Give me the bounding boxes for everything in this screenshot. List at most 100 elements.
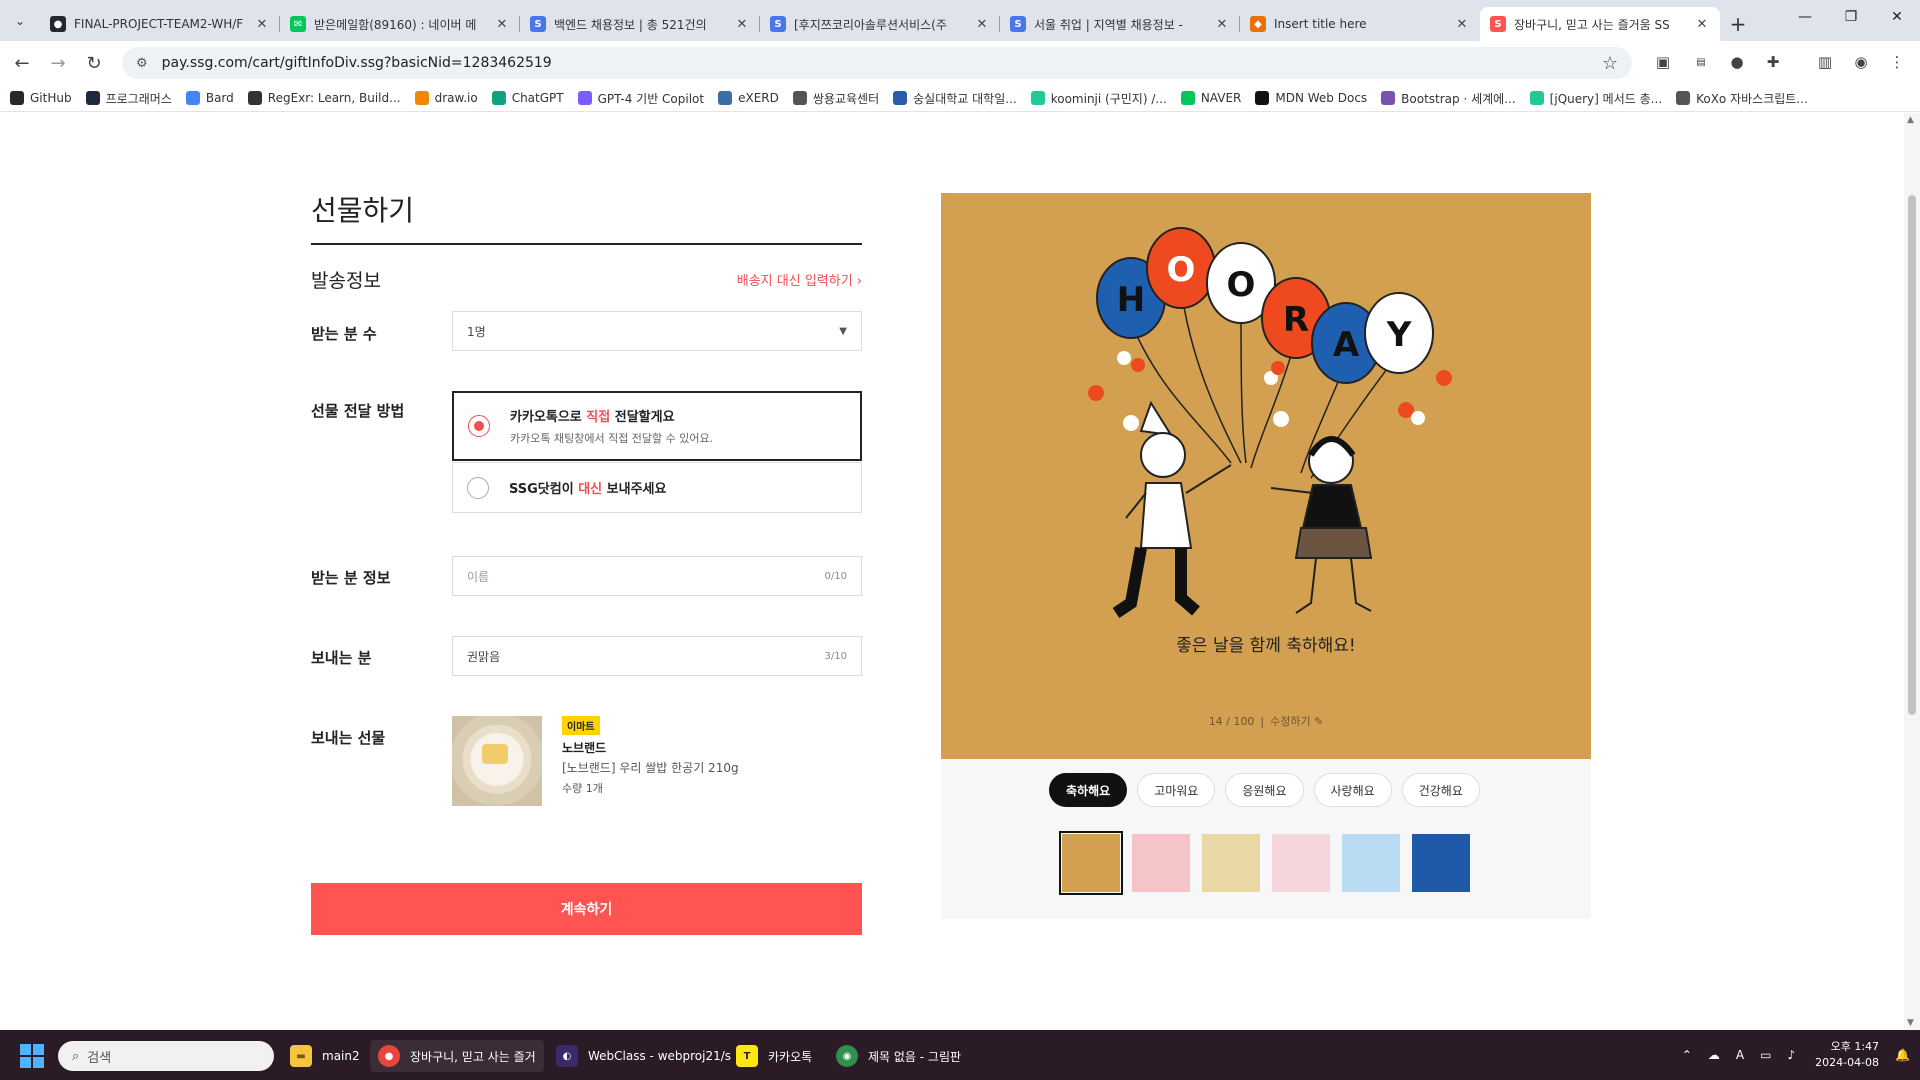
recipients-select[interactable]: 1명 ▼: [452, 311, 862, 351]
close-tab-icon[interactable]: ✕: [1694, 17, 1710, 32]
category-chip[interactable]: 건강해요: [1401, 773, 1480, 807]
clock[interactable]: 오후 1:47 2024-04-08: [1815, 1039, 1879, 1071]
close-tab-icon[interactable]: ✕: [494, 17, 510, 32]
close-tab-icon[interactable]: ✕: [734, 17, 750, 32]
profile-avatar[interactable]: ◉: [1846, 47, 1876, 77]
bookmark-item[interactable]: NAVER: [1180, 91, 1241, 105]
option-kakaotalk-direct[interactable]: 카카오톡으로 직접 전달할게요 카카오톡 채팅창에서 직접 전달할 수 있어요.: [452, 391, 862, 461]
address-input-link[interactable]: 배송지 대신 입력하기 ›: [737, 270, 862, 289]
browser-tab[interactable]: ◆ Insert title here ✕: [1240, 7, 1480, 41]
close-window-icon[interactable]: ✕: [1874, 0, 1920, 34]
continue-button[interactable]: 계속하기: [311, 883, 862, 935]
bookmark-item[interactable]: KoXo 자바스크립트...: [1676, 90, 1808, 107]
hooray-illustration: H O O R A Y: [1088, 227, 1452, 618]
close-tab-icon[interactable]: ✕: [1454, 17, 1470, 32]
bookmark-item[interactable]: 쌍용교육센터: [792, 90, 879, 107]
bookmark-item[interactable]: 숭실대학교 대학일...: [893, 90, 1017, 107]
title-divider: [311, 243, 862, 245]
bookmark-item[interactable]: ChatGPT: [491, 91, 564, 105]
side-panel-icon[interactable]: ▥: [1810, 47, 1840, 77]
close-tab-icon[interactable]: ✕: [974, 17, 990, 32]
volume-icon[interactable]: ♪: [1787, 1048, 1795, 1062]
category-chip[interactable]: 고마워요: [1137, 773, 1216, 807]
balloon-letter: O: [1167, 250, 1196, 290]
mouse-extension-icon[interactable]: ●: [1722, 47, 1752, 77]
extension-new-icon[interactable]: ▤: [1686, 47, 1716, 77]
ssg-icon: S: [1490, 16, 1506, 32]
bookmark-item[interactable]: 프로그래머스: [85, 90, 172, 107]
browser-tab[interactable]: ✉ 받은메일함(89160) : 네이버 메 ✕: [280, 7, 520, 41]
card-thumbnail[interactable]: [1059, 831, 1123, 895]
more-menu-icon[interactable]: ⋮: [1882, 47, 1912, 77]
card-message: 좋은 날을 함께 축하해요!: [1176, 636, 1356, 656]
close-tab-icon[interactable]: ✕: [1214, 17, 1230, 32]
product-image[interactable]: [452, 716, 542, 806]
balloon-letter: Y: [1386, 315, 1412, 355]
minimize-icon[interactable]: —: [1782, 0, 1828, 34]
sender-name-input[interactable]: 권맑음 3/10: [452, 636, 862, 676]
tab-search-chevron-icon[interactable]: ⌄: [0, 0, 40, 41]
restore-icon[interactable]: ❐: [1828, 0, 1874, 34]
extensions-puzzle-icon[interactable]: ✚: [1758, 47, 1788, 77]
bookmark-item[interactable]: MDN Web Docs: [1255, 91, 1367, 105]
option-ssg-send[interactable]: SSG닷컴이 대신 보내주세요: [452, 462, 862, 513]
card-meta: 14 / 100 | 수정하기 ✎: [1208, 715, 1324, 728]
display-icon[interactable]: ▭: [1760, 1048, 1771, 1062]
window-controls: — ❐ ✕: [1782, 0, 1920, 34]
close-tab-icon[interactable]: ✕: [254, 17, 270, 32]
bookmark-item[interactable]: RegExr: Learn, Build...: [247, 91, 401, 105]
card-thumbnail[interactable]: [1342, 834, 1400, 892]
chevron-up-icon[interactable]: ⌃: [1682, 1048, 1692, 1062]
taskbar-app-kakaotalk[interactable]: T 카카오톡: [736, 1040, 812, 1072]
bookmark-item[interactable]: koominji (구민지) /...: [1030, 90, 1167, 107]
browser-tab[interactable]: S [후지쯔코리아솔루션서비스(주 ✕: [760, 7, 1000, 41]
card-thumbnail[interactable]: [1272, 834, 1330, 892]
pencil-icon[interactable]: ✎: [1314, 715, 1323, 728]
browser-tab[interactable]: S 서울 취업 | 지역별 채용정보 - ✕: [1000, 7, 1240, 41]
forward-icon[interactable]: →: [40, 45, 76, 81]
card-thumbnail[interactable]: [1132, 834, 1190, 892]
bookmark-star-icon[interactable]: ☆: [1602, 53, 1618, 74]
category-chip[interactable]: 사랑해요: [1313, 773, 1392, 807]
edit-message-link[interactable]: 수정하기: [1270, 715, 1310, 728]
taskbar-app-chrome[interactable]: ● 장바구니, 믿고 사는 즐거: [370, 1040, 544, 1072]
category-chip[interactable]: 축하해요: [1049, 773, 1128, 807]
bookmark-item[interactable]: Bootstrap · 세계에...: [1381, 90, 1516, 107]
radio-selected[interactable]: [468, 415, 490, 437]
bookmark-item[interactable]: GPT-4 기반 Copilot: [577, 90, 704, 107]
browser-tab-active[interactable]: S 장바구니, 믿고 사는 즐거움 SS ✕: [1480, 7, 1720, 41]
taskbar-app-eclipse[interactable]: ◐ WebClass - webproj21/s: [556, 1040, 731, 1072]
windows-start-icon[interactable]: [20, 1044, 44, 1068]
url-input[interactable]: ⚙ pay.ssg.com/cart/giftInfoDiv.ssg?basic…: [122, 47, 1632, 79]
taskbar-search-input[interactable]: ⌕ 검색: [58, 1041, 274, 1071]
receiver-name-input[interactable]: 이름 0/10: [452, 556, 862, 596]
card-thumbnail[interactable]: [1412, 834, 1470, 892]
taskbar-app-paint[interactable]: ◉ 제목 없음 - 그림판: [836, 1040, 961, 1072]
scroll-down-icon[interactable]: ▼: [1907, 1018, 1914, 1028]
onedrive-icon[interactable]: ☁: [1708, 1048, 1720, 1062]
ime-icon[interactable]: A: [1736, 1048, 1744, 1062]
page-scrollbar[interactable]: ▲ ▼: [1904, 113, 1920, 1030]
reload-icon[interactable]: ↻: [76, 45, 112, 81]
bookmark-item[interactable]: eXERD: [718, 91, 779, 105]
bookmark-item[interactable]: GitHub: [10, 91, 72, 105]
browser-tab[interactable]: ● FINAL-PROJECT-TEAM2-WH/F ✕: [40, 7, 280, 41]
notification-bell-icon[interactable]: 🔔: [1895, 1048, 1910, 1062]
radio-unselected[interactable]: [467, 477, 489, 499]
scrollbar-thumb[interactable]: [1908, 195, 1916, 715]
back-icon[interactable]: ←: [4, 45, 40, 81]
scroll-up-icon[interactable]: ▲: [1907, 115, 1914, 125]
new-tab-icon[interactable]: +: [1720, 7, 1756, 41]
site-info-icon[interactable]: ⚙: [136, 56, 148, 71]
taskbar-app-explorer[interactable]: ▬ main2: [290, 1040, 360, 1072]
extension-icon[interactable]: ▣: [1648, 47, 1678, 77]
bookmark-item[interactable]: draw.io: [414, 91, 478, 105]
bookmark-item[interactable]: Bard: [185, 91, 234, 105]
browser-tab[interactable]: S 백엔드 채용정보 | 총 521건의 ✕: [520, 7, 760, 41]
recipients-label: 받는 분 수: [311, 325, 377, 343]
category-chip[interactable]: 응원해요: [1225, 773, 1304, 807]
bookmark-item[interactable]: [jQuery] 메서드 총...: [1529, 90, 1662, 107]
saramin-icon: S: [770, 16, 786, 32]
kakaotalk-icon: T: [736, 1045, 758, 1067]
card-thumbnail[interactable]: [1202, 834, 1260, 892]
